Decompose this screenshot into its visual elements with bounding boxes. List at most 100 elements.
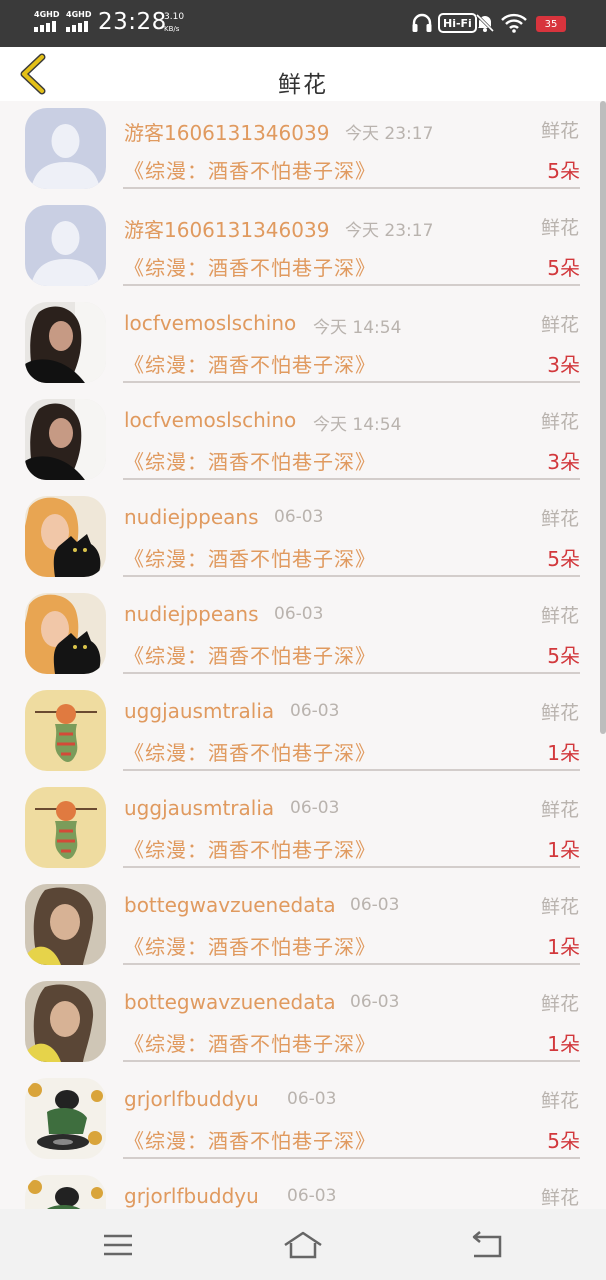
- user-name[interactable]: grjorlfbuddyu: [124, 1184, 259, 1208]
- clock: 23:28: [98, 9, 167, 35]
- avatar[interactable]: [25, 787, 106, 868]
- gift-type: 鲜花: [540, 993, 579, 1015]
- book-title[interactable]: 《综漫：酒香不怕巷子深》: [124, 640, 376, 669]
- user-name[interactable]: bottegwavzuenedata: [124, 893, 336, 917]
- illustration-avatar: [25, 1078, 106, 1159]
- flower-count: 1朵: [547, 935, 580, 959]
- network-speed: 3.10 KB/s: [164, 11, 184, 35]
- avatar[interactable]: [25, 1078, 106, 1159]
- list-item[interactable]: 游客1606131346039 今天 23:17 鲜花 《综漫：酒香不怕巷子深》…: [0, 198, 606, 295]
- list-item[interactable]: locfvemoslschino 今天 14:54 鲜花 《综漫：酒香不怕巷子深…: [0, 392, 606, 489]
- photo-avatar: [25, 399, 106, 480]
- hifi-icon: Hi-Fi: [438, 13, 477, 33]
- book-title[interactable]: 《综漫：酒香不怕巷子深》: [124, 1028, 376, 1057]
- system-nav-bar: [0, 1209, 606, 1280]
- timestamp: 06-03: [274, 604, 324, 624]
- list-item[interactable]: grjorlfbuddyu 06-03 鲜花 《综漫：酒香不怕巷子深》 5朵: [0, 1071, 606, 1168]
- status-bar: 4GHD 4GHD 23:28 3.10 KB/s Hi-Fi 35: [0, 0, 606, 47]
- list-item[interactable]: nudiejppeans 06-03 鲜花 《综漫：酒香不怕巷子深》 5朵: [0, 489, 606, 586]
- list-item[interactable]: uggjausmtralia 06-03 鲜花 《综漫：酒香不怕巷子深》 1朵: [0, 780, 606, 877]
- user-name[interactable]: grjorlfbuddyu: [124, 1087, 259, 1111]
- user-name[interactable]: locfvemoslschino: [124, 408, 296, 432]
- user-name[interactable]: 游客1606131346039: [124, 214, 329, 243]
- wifi-icon: [500, 11, 528, 35]
- photo-avatar: [25, 496, 106, 577]
- signal-icon: [34, 21, 56, 32]
- illustration-avatar: [25, 787, 106, 868]
- book-title[interactable]: 《综漫：酒香不怕巷子深》: [124, 737, 376, 766]
- user-name[interactable]: nudiejppeans: [124, 602, 259, 626]
- divider: [123, 381, 580, 383]
- timestamp: 06-03: [274, 507, 324, 527]
- back-nav-button[interactable]: [466, 1229, 510, 1263]
- list-item[interactable]: grjorlfbuddyu 06-03 鲜花: [0, 1168, 606, 1209]
- flower-count: 5朵: [547, 644, 580, 668]
- timestamp: 今天 14:54: [313, 415, 402, 435]
- book-title[interactable]: 《综漫：酒香不怕巷子深》: [124, 931, 376, 960]
- divider: [123, 1157, 580, 1159]
- book-title[interactable]: 《综漫：酒香不怕巷子深》: [124, 252, 376, 281]
- list-item[interactable]: bottegwavzuenedata 06-03 鲜花 《综漫：酒香不怕巷子深》…: [0, 877, 606, 974]
- avatar[interactable]: [25, 981, 106, 1062]
- book-title[interactable]: 《综漫：酒香不怕巷子深》: [124, 446, 376, 475]
- avatar[interactable]: [25, 690, 106, 771]
- menu-icon: [104, 1234, 132, 1256]
- illustration-avatar: [25, 1175, 106, 1209]
- divider: [123, 478, 580, 480]
- gift-type: 鲜花: [540, 120, 579, 142]
- avatar[interactable]: [25, 1175, 106, 1209]
- network-speed-value: 3.10: [164, 12, 185, 22]
- flower-count: 3朵: [547, 450, 580, 474]
- user-name[interactable]: bottegwavzuenedata: [124, 990, 336, 1014]
- timestamp: 06-03: [350, 895, 400, 915]
- timestamp: 今天 23:17: [345, 124, 434, 144]
- flower-count: 3朵: [547, 353, 580, 377]
- book-title[interactable]: 《综漫：酒香不怕巷子深》: [124, 349, 376, 378]
- list-item[interactable]: 游客1606131346039 今天 23:17 鲜花 《综漫：酒香不怕巷子深》…: [0, 101, 606, 198]
- avatar[interactable]: [25, 302, 106, 383]
- list-item[interactable]: nudiejppeans 06-03 鲜花 《综漫：酒香不怕巷子深》 5朵: [0, 586, 606, 683]
- default-avatar-icon: [25, 205, 106, 286]
- home-icon: [284, 1231, 322, 1259]
- divider: [123, 575, 580, 577]
- gift-type: 鲜花: [540, 508, 579, 530]
- book-title[interactable]: 《综漫：酒香不怕巷子深》: [124, 1125, 376, 1154]
- book-title[interactable]: 《综漫：酒香不怕巷子深》: [124, 543, 376, 572]
- gift-type: 鲜花: [540, 605, 579, 627]
- avatar[interactable]: [25, 496, 106, 577]
- list-item[interactable]: bottegwavzuenedata 06-03 鲜花 《综漫：酒香不怕巷子深》…: [0, 974, 606, 1071]
- home-button[interactable]: [281, 1229, 325, 1263]
- avatar[interactable]: [25, 399, 106, 480]
- list-item[interactable]: uggjausmtralia 06-03 鲜花 《综漫：酒香不怕巷子深》 1朵: [0, 683, 606, 780]
- book-title[interactable]: 《综漫：酒香不怕巷子深》: [124, 834, 376, 863]
- flower-count: 5朵: [547, 547, 580, 571]
- user-name[interactable]: locfvemoslschino: [124, 311, 296, 335]
- timestamp: 06-03: [290, 798, 340, 818]
- flower-count: 5朵: [547, 159, 580, 183]
- photo-avatar: [25, 981, 106, 1062]
- avatar[interactable]: [25, 205, 106, 286]
- timestamp: 今天 23:17: [345, 221, 434, 241]
- book-title[interactable]: 《综漫：酒香不怕巷子深》: [124, 155, 376, 184]
- user-name[interactable]: 游客1606131346039: [124, 117, 329, 146]
- avatar[interactable]: [25, 884, 106, 965]
- mute-bell-icon: [474, 11, 496, 35]
- user-name[interactable]: nudiejppeans: [124, 505, 259, 529]
- gift-type: 鲜花: [540, 896, 579, 918]
- divider: [123, 866, 580, 868]
- list-item[interactable]: locfvemoslschino 今天 14:54 鲜花 《综漫：酒香不怕巷子深…: [0, 295, 606, 392]
- divider: [123, 284, 580, 286]
- timestamp: 06-03: [290, 701, 340, 721]
- menu-button[interactable]: [96, 1229, 140, 1263]
- avatar[interactable]: [25, 593, 106, 674]
- avatar[interactable]: [25, 108, 106, 189]
- divider: [123, 769, 580, 771]
- default-avatar-icon: [25, 108, 106, 189]
- gift-type: 鲜花: [540, 314, 579, 336]
- user-name[interactable]: uggjausmtralia: [124, 699, 274, 723]
- flower-record-list[interactable]: 游客1606131346039 今天 23:17 鲜花 《综漫：酒香不怕巷子深》…: [0, 101, 606, 1209]
- gift-type: 鲜花: [540, 217, 579, 239]
- user-name[interactable]: uggjausmtralia: [124, 796, 274, 820]
- scrollbar[interactable]: [600, 101, 606, 734]
- timestamp: 06-03: [287, 1089, 337, 1109]
